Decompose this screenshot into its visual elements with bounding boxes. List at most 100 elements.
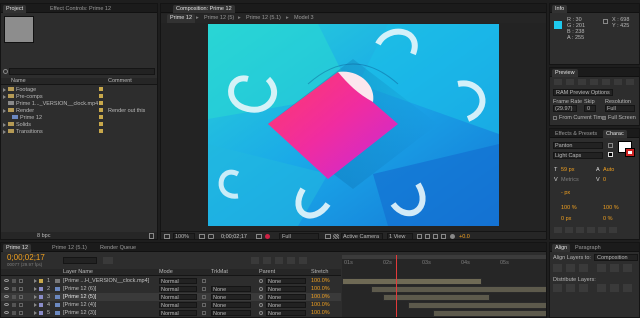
swap-colors-icon[interactable] [608, 152, 613, 157]
playhead[interactable] [396, 255, 397, 317]
layer-name[interactable]: [Prime ...H_VERSION__clock.mp4] [63, 278, 149, 284]
list-item[interactable]: Solids [1, 121, 157, 128]
pick-whip-icon[interactable] [259, 295, 263, 299]
preserve-transparency-icon[interactable] [202, 311, 206, 315]
tab-effects-presets[interactable]: Effects & Presets [552, 130, 600, 138]
distribute-v-center-icon[interactable] [566, 284, 575, 292]
stretch-value[interactable]: 100.0% [311, 278, 330, 284]
label-color-swatch[interactable] [99, 129, 103, 133]
col-mode[interactable]: Mode [159, 269, 173, 275]
expand-triangle-icon[interactable] [34, 295, 37, 299]
label-color-swatch[interactable] [39, 303, 43, 307]
preserve-transparency-icon[interactable] [202, 287, 206, 291]
zoom-select[interactable]: 100% [173, 233, 195, 239]
tab-info[interactable]: Info [552, 5, 568, 13]
first-frame-icon[interactable] [554, 79, 562, 85]
align-to-select[interactable]: Composition [594, 254, 638, 261]
ram-preview-select[interactable]: RAM Preview Options [553, 89, 613, 96]
list-item[interactable]: Prime 1..._VERSION__clock.mp4 [1, 100, 157, 107]
views-select[interactable]: 1 View [387, 233, 413, 239]
comp-subtab[interactable]: Prime 12 (5) [201, 14, 237, 23]
mute-icon[interactable] [614, 79, 622, 85]
list-item[interactable]: Prime 12 [1, 114, 157, 121]
layer-name[interactable]: [Prime 12 (3)] [63, 310, 96, 316]
frame-rate-select[interactable]: (29.97) [553, 105, 577, 112]
table-row[interactable]: 4 [Prime 12 (4)] Normal None None 100.0% [1, 301, 341, 309]
baseline-shift-value[interactable]: 0 px [561, 216, 571, 222]
parent-select[interactable]: None [266, 278, 306, 285]
from-current-checkbox[interactable] [553, 116, 557, 120]
expand-triangle-icon[interactable] [3, 123, 6, 127]
table-row[interactable]: 3 [Prime 12 (5)] Normal None None 100.0% [1, 293, 341, 301]
layer-name[interactable]: [Prime 12 (6)] [63, 286, 96, 292]
label-color-swatch[interactable] [99, 87, 103, 91]
layer-bar[interactable] [408, 302, 546, 309]
skip-input[interactable]: 0 [584, 105, 596, 112]
exposure-icon[interactable] [450, 234, 455, 239]
always-preview-icon[interactable] [164, 234, 170, 239]
solo-icon[interactable] [19, 303, 23, 307]
mode-select[interactable]: Normal [159, 302, 197, 309]
motion-blur-icon[interactable] [287, 257, 295, 264]
pick-whip-icon[interactable] [259, 303, 263, 307]
list-item[interactable]: Render Render out this [1, 107, 157, 114]
preserve-transparency-icon[interactable] [202, 279, 206, 283]
superscript-button[interactable] [598, 227, 606, 233]
align-left-icon[interactable] [553, 264, 562, 272]
parent-select[interactable]: None [266, 310, 306, 317]
label-color-swatch[interactable] [99, 122, 103, 126]
grid-icon[interactable] [199, 234, 205, 239]
trkmat-select[interactable]: None [211, 310, 251, 317]
col-parent[interactable]: Parent [259, 269, 275, 275]
visibility-eye-icon[interactable] [4, 295, 9, 298]
font-style-select[interactable]: Light Caps [553, 152, 603, 159]
camera-snapshot-icon[interactable] [208, 234, 214, 239]
leading-value[interactable]: Auto [603, 167, 614, 173]
label-color-swatch[interactable] [39, 279, 43, 283]
expand-triangle-icon[interactable] [34, 303, 37, 307]
play-icon[interactable] [578, 79, 586, 85]
label-color-swatch[interactable] [39, 311, 43, 315]
layer-bar[interactable] [433, 310, 546, 317]
expand-triangle-icon[interactable] [34, 311, 37, 315]
visibility-eye-icon[interactable] [4, 279, 9, 282]
stretch-value[interactable]: 100.0% [311, 286, 330, 292]
small-caps-button[interactable] [587, 227, 595, 233]
align-right-icon[interactable] [579, 264, 588, 272]
tab-paragraph[interactable]: Paragraph [572, 244, 604, 252]
visibility-eye-icon[interactable] [4, 303, 9, 306]
show-snapshot-icon[interactable] [256, 234, 262, 239]
viewer-timecode[interactable]: 0;00;02;17 [221, 234, 247, 239]
comp-mini-flowchart-icon[interactable] [103, 257, 113, 264]
shy-icon[interactable] [263, 257, 271, 264]
timeline-icon[interactable] [433, 234, 438, 239]
list-item[interactable]: Transitions [1, 128, 157, 135]
trash-icon[interactable] [149, 233, 154, 239]
audio-icon[interactable] [12, 295, 16, 299]
full-screen-checkbox[interactable] [602, 116, 606, 120]
label-color-swatch[interactable] [99, 115, 103, 119]
expand-triangle-icon[interactable] [3, 95, 6, 99]
col-name[interactable]: Name [11, 78, 26, 84]
audio-icon[interactable] [12, 311, 16, 315]
trkmat-select[interactable]: None [211, 286, 251, 293]
tab-effect-controls[interactable]: Effect Controls: Prime 12 [47, 5, 114, 13]
font-family-select[interactable]: Panton [553, 142, 603, 149]
bpc-label[interactable]: 8 bpc [37, 233, 50, 239]
timeline-timecode[interactable]: 0;00;02;17 [7, 254, 45, 262]
timeline-search-input[interactable] [63, 257, 97, 264]
project-search-input[interactable] [9, 68, 155, 75]
col-stretch[interactable]: Stretch [311, 269, 328, 275]
stroke-color-swatch[interactable] [625, 148, 635, 157]
comp-subtab[interactable]: Prime 12 (5.1) [243, 14, 284, 23]
resolution-preview-select[interactable]: Full [605, 105, 635, 112]
label-color-swatch[interactable] [39, 295, 43, 299]
resolution-select[interactable]: Full [279, 233, 319, 239]
time-ruler[interactable]: 01s 02s 03s 04s 05s [342, 255, 546, 269]
subscript-button[interactable] [609, 227, 617, 233]
audio-icon[interactable] [12, 303, 16, 307]
distribute-top-icon[interactable] [553, 284, 562, 292]
align-bottom-icon[interactable] [623, 264, 632, 272]
list-item[interactable]: Pre-comps [1, 93, 157, 100]
timeline-tab[interactable]: Render Queue [97, 244, 139, 252]
